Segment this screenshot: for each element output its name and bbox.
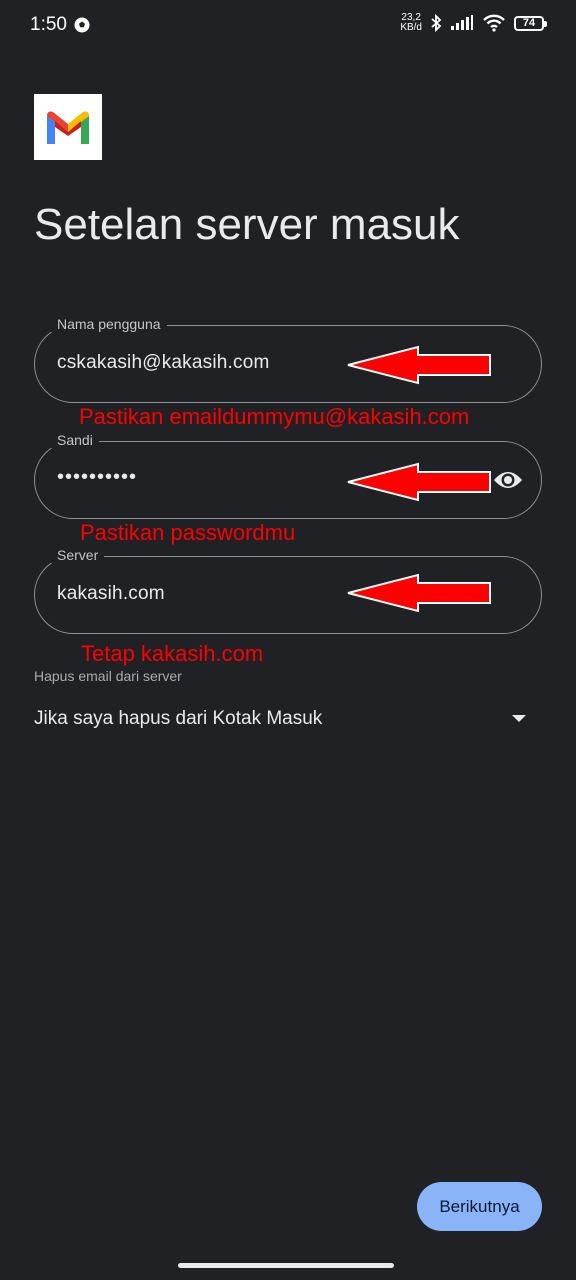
- gmail-m-icon: [47, 111, 89, 144]
- page-title: Setelan server masuk: [34, 200, 460, 249]
- network-speed: 23,2 KB/d: [400, 12, 422, 33]
- dropdown-caret-icon: [512, 715, 526, 722]
- status-time: 1:50: [30, 14, 67, 35]
- server-label: Server: [51, 547, 105, 563]
- password-annotation: Pastikan passwordmu: [80, 520, 296, 545]
- red-arrow-password: [347, 462, 491, 502]
- gmail-logo: [34, 94, 102, 160]
- gesture-nav-handle[interactable]: [178, 1263, 394, 1268]
- username-value[interactable]: cskakasih@kakasih.com: [57, 352, 270, 374]
- bluetooth-icon: [431, 14, 442, 32]
- username-annotation: Pastikan emaildummymu@kakasih.com: [79, 404, 470, 429]
- soccer-ball-icon: [74, 17, 90, 33]
- red-arrow-server: [347, 573, 491, 613]
- next-button[interactable]: Berikutnya: [417, 1182, 542, 1231]
- battery-icon: 74: [514, 15, 547, 31]
- server-annotation: Tetap kakasih.com: [81, 641, 264, 666]
- signal-icon: [451, 15, 473, 30]
- red-arrow-username: [347, 345, 491, 385]
- status-bar: 1:50 23,2 KB/d 74: [0, 0, 576, 52]
- username-label: Nama pengguna: [51, 316, 167, 332]
- delete-from-server-label: Hapus email dari server: [34, 668, 182, 684]
- server-value[interactable]: kakasih.com: [57, 583, 165, 605]
- password-label: Sandi: [51, 432, 99, 448]
- show-password-eye-icon[interactable]: [493, 467, 523, 493]
- delete-policy-dropdown[interactable]: Jika saya hapus dari Kotak Masuk: [34, 700, 542, 740]
- wifi-icon: [483, 14, 505, 32]
- password-value[interactable]: ••••••••••: [57, 466, 137, 489]
- delete-policy-value: Jika saya hapus dari Kotak Masuk: [34, 708, 323, 729]
